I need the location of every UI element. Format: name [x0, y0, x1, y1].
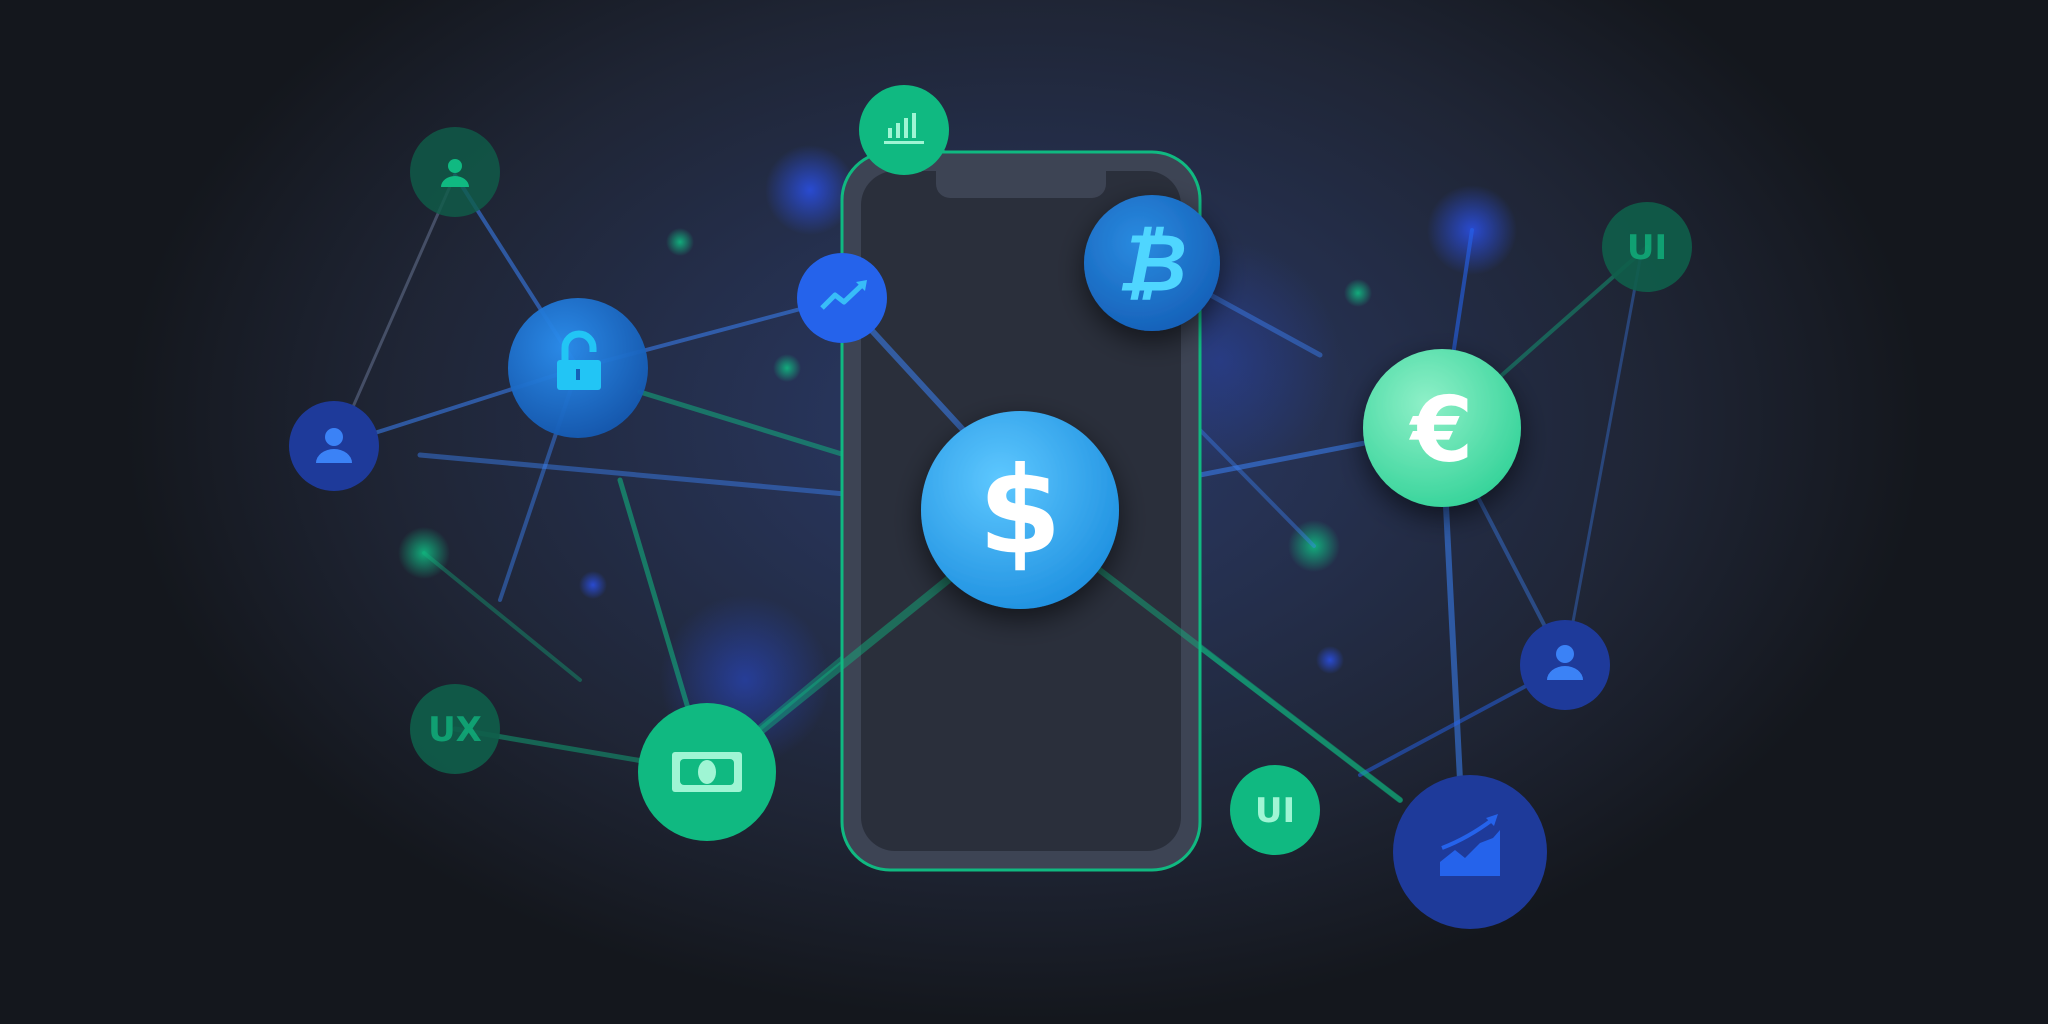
ui-label-top-right: UI: [1627, 228, 1667, 268]
user-node-top-left: [410, 127, 500, 217]
euro-node: €: [1363, 349, 1521, 507]
ux-label: UX: [428, 710, 482, 750]
bitcoin-node: ₿: [1084, 195, 1220, 331]
bar-chart-node: [859, 85, 949, 175]
phone-notch: [936, 170, 1106, 198]
dollar-icon: $: [978, 443, 1062, 582]
dollar-node: $: [921, 411, 1119, 609]
area-chart-node: [1393, 775, 1547, 929]
ui-label-bottom: UI: [1255, 791, 1295, 831]
euro-icon: €: [1409, 378, 1474, 483]
ui-node-top-right: UI: [1602, 202, 1692, 292]
trend-node: [797, 253, 887, 343]
ui-node-bottom: UI: [1230, 765, 1320, 855]
bitcoin-icon: ₿: [1117, 217, 1187, 310]
banknote-icon: [672, 752, 742, 792]
user-node-right: [1520, 620, 1610, 710]
user-node-left: [289, 401, 379, 491]
banknote-node: [638, 703, 776, 841]
unlock-node: [508, 298, 648, 438]
network-illustration: ₿ $ € UI UI UX: [0, 0, 2048, 1024]
ux-node: UX: [410, 684, 500, 774]
scene-canvas: ₿ $ € UI UI UX: [289, 85, 1692, 929]
